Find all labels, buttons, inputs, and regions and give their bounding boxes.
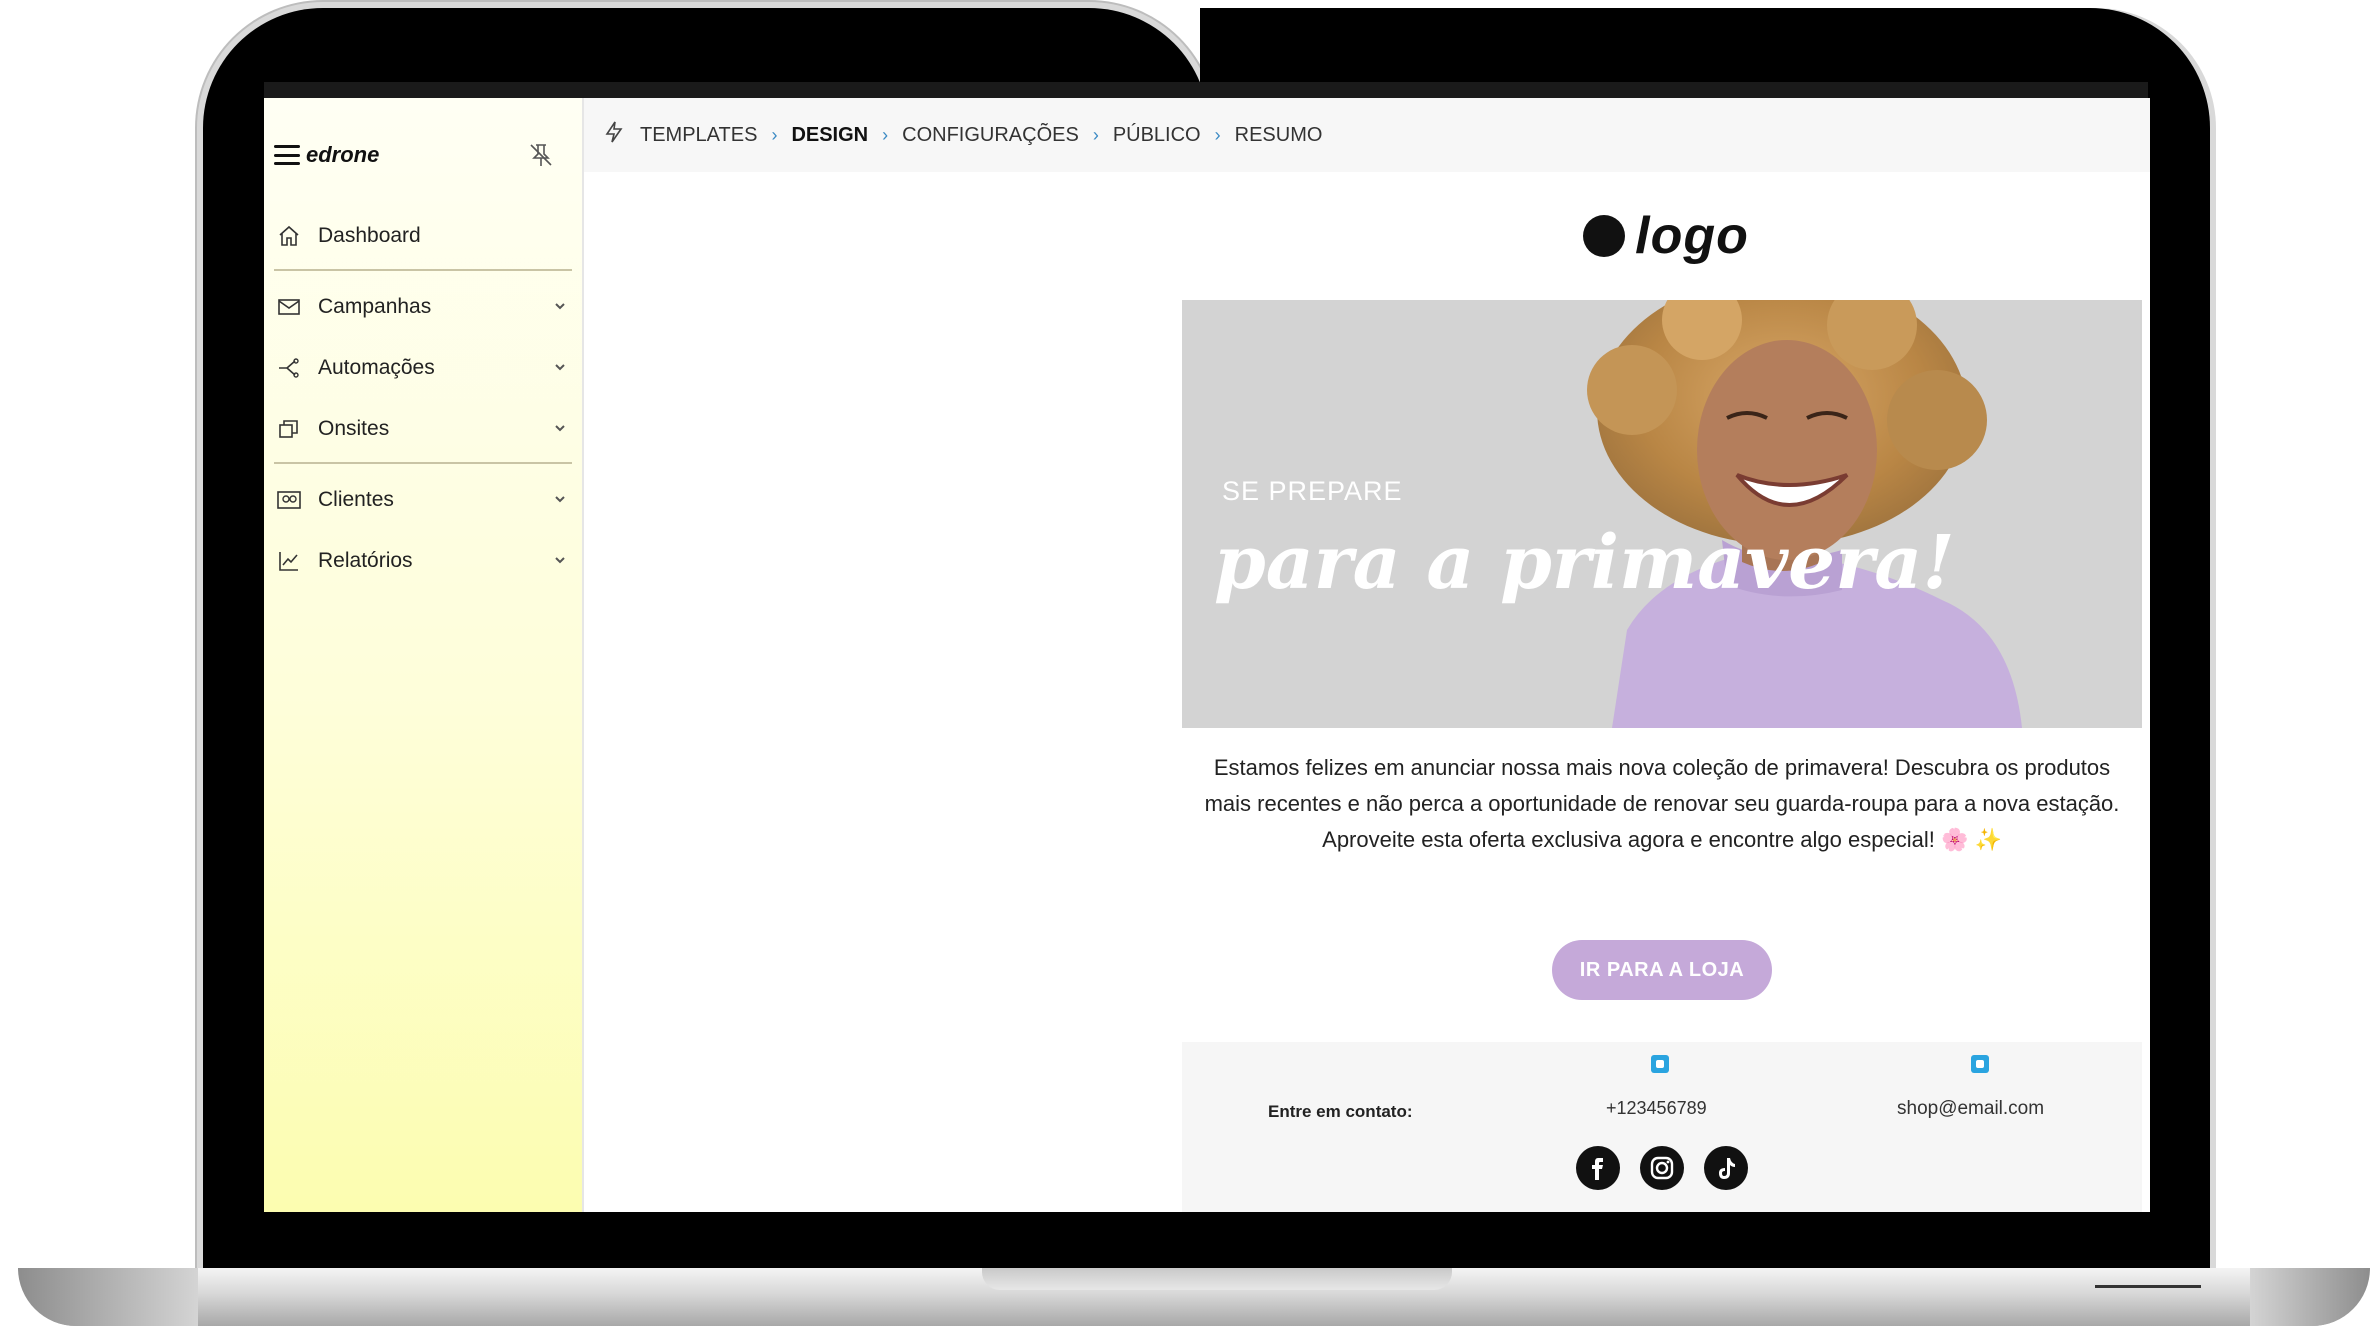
email-footer: Entre em contato: +123456789 shop@email.…: [1182, 1042, 2142, 1212]
bolt-icon: [604, 121, 624, 149]
home-icon: [276, 223, 302, 249]
brand-name: edrone: [306, 142, 380, 167]
tiktok-icon[interactable]: [1704, 1146, 1748, 1190]
contact-phone[interactable]: +123456789: [1606, 1098, 1707, 1119]
sidebar-item-label: Automações: [318, 356, 435, 379]
breadcrumb: TEMPLATES › DESIGN › CONFIGURAÇÕES › PÚB…: [584, 98, 2150, 172]
layers-icon: [276, 416, 302, 442]
chevron-right-icon: ›: [882, 124, 889, 145]
app-screen: edrone Dashboard Campanhas Automações On…: [264, 98, 2150, 1212]
contact-label: Entre em contato:: [1268, 1102, 1413, 1121]
chevron-down-icon: [555, 496, 565, 503]
instagram-icon[interactable]: [1640, 1146, 1684, 1190]
breadcrumb-configuracoes[interactable]: CONFIGURAÇÕES: [902, 124, 1079, 147]
breadcrumb-design[interactable]: DESIGN: [791, 124, 868, 147]
laptop-notch: [982, 1268, 1452, 1290]
email-body-text: Estamos felizes em anunciar nossa mais n…: [1204, 755, 2120, 852]
logo-dot: [1583, 215, 1626, 257]
breadcrumb-templates[interactable]: TEMPLATES: [640, 124, 757, 147]
sidebar-divider: [274, 462, 572, 464]
chevron-down-icon: [555, 303, 565, 310]
hero-image: [1182, 300, 2142, 728]
sidebar: edrone Dashboard Campanhas Automações On…: [264, 98, 584, 1212]
social-links: [1576, 1146, 1748, 1190]
email-preview: logo SE PREPARE para a primavera! Estamo…: [1182, 172, 2150, 1212]
chevron-right-icon: ›: [771, 124, 778, 145]
screen-top-strip: [264, 82, 2148, 98]
contact-email[interactable]: shop@email.com: [1897, 1098, 2044, 1120]
shop-button[interactable]: IR PARA A LOJA: [1552, 940, 1772, 1000]
contacts-icon: [276, 487, 302, 513]
breadcrumb-resumo[interactable]: RESUMO: [1235, 124, 1323, 147]
chart-icon: [276, 548, 302, 574]
hero-title: para a primavera!: [1214, 520, 1955, 606]
email-icon: [1970, 1054, 1990, 1079]
chevron-down-icon: [555, 557, 565, 564]
unpin-icon[interactable]: [526, 140, 556, 175]
laptop-base-line: [2095, 1285, 2201, 1288]
chevron-right-icon: ›: [1092, 124, 1099, 145]
hero-kicker: SE PREPARE: [1222, 476, 1403, 506]
sidebar-item-clientes[interactable]: Clientes: [274, 480, 572, 520]
sidebar-item-label: Clientes: [318, 488, 394, 511]
sidebar-item-campanhas[interactable]: Campanhas: [274, 287, 572, 327]
sidebar-item-label: Campanhas: [318, 295, 432, 318]
logo-text: logo: [1635, 207, 1749, 265]
chevron-down-icon: [555, 425, 565, 432]
hero-banner: SE PREPARE para a primavera!: [1182, 300, 2142, 728]
email-logo: logo: [1182, 172, 2150, 300]
chevron-right-icon: ›: [1214, 124, 1221, 145]
sidebar-item-label: Dashboard: [318, 224, 421, 247]
sidebar-divider: [274, 269, 572, 271]
sidebar-item-relatorios[interactable]: Relatórios: [274, 541, 572, 581]
facebook-icon[interactable]: [1576, 1146, 1620, 1190]
breadcrumb-publico[interactable]: PÚBLICO: [1113, 124, 1201, 147]
sidebar-nav: Dashboard Campanhas Automações Onsites C…: [274, 216, 572, 602]
sidebar-item-automacoes[interactable]: Automações: [274, 348, 572, 388]
brand: edrone: [274, 142, 379, 168]
sidebar-item-label: Onsites: [318, 417, 390, 440]
sidebar-item-onsites[interactable]: Onsites: [274, 409, 572, 449]
flow-icon: [276, 355, 302, 381]
chevron-down-icon: [555, 364, 565, 371]
menu-icon[interactable]: [274, 145, 300, 165]
mail-icon: [276, 294, 302, 320]
phone-icon: [1650, 1054, 1670, 1079]
sidebar-item-label: Relatórios: [318, 549, 413, 572]
sidebar-item-dashboard[interactable]: Dashboard: [274, 216, 572, 256]
